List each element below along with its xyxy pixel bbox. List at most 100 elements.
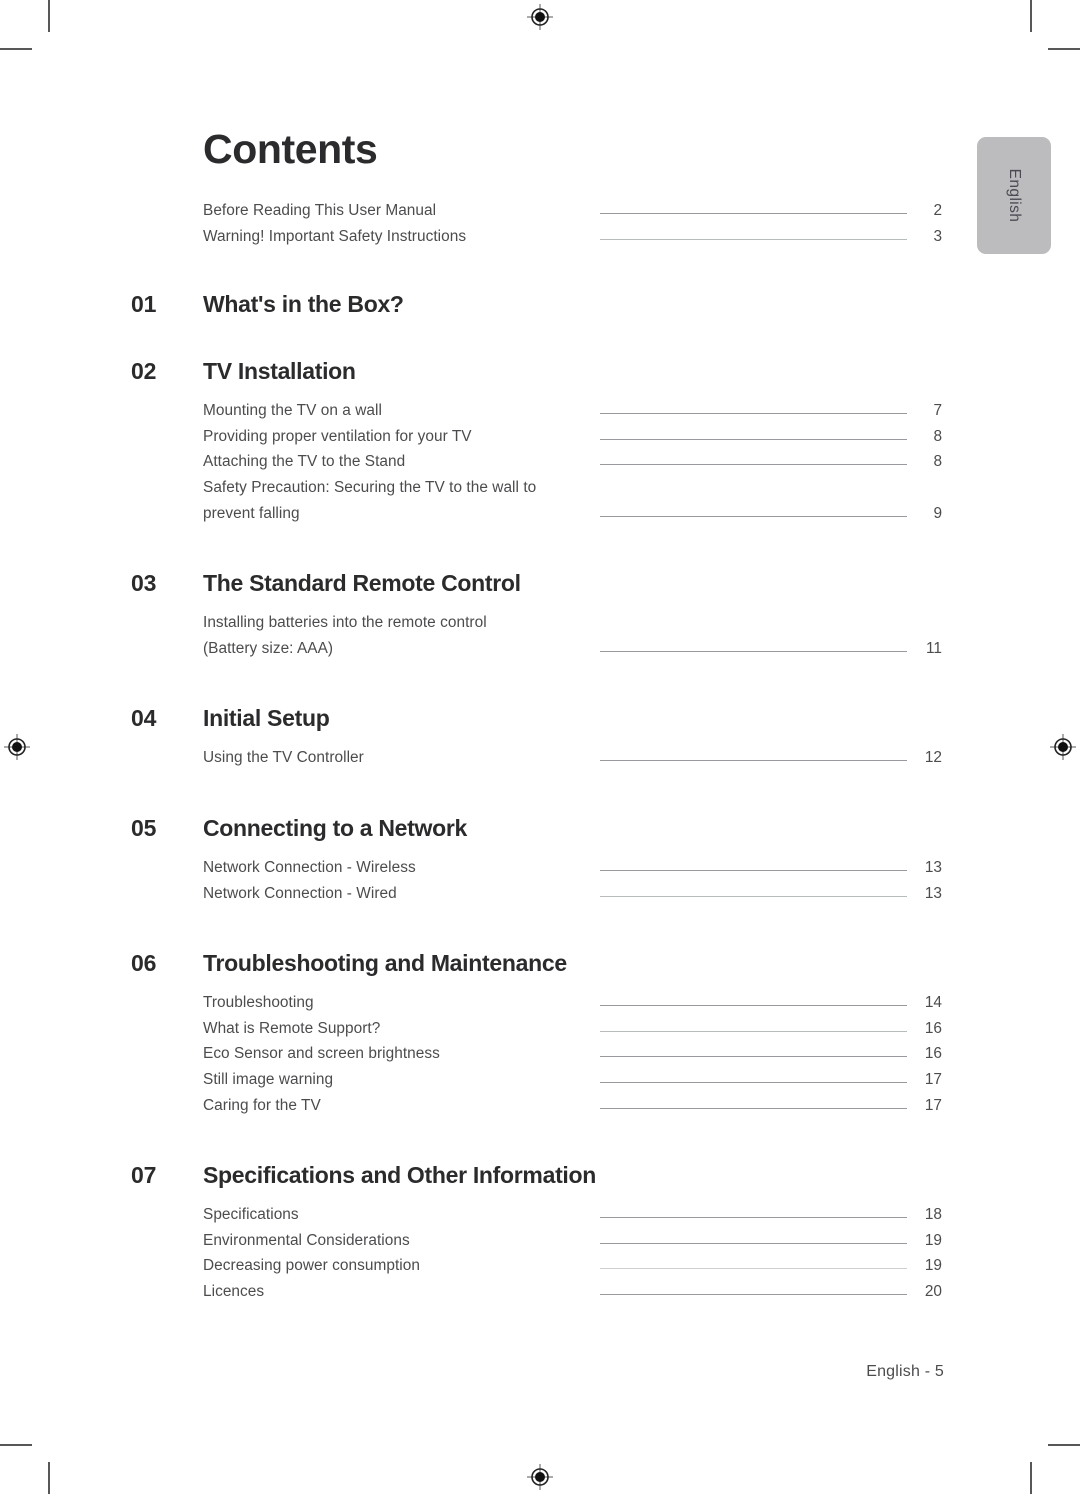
toc-chapter-heading[interactable]: 05 Connecting to a Network (0, 815, 1080, 859)
toc-entry[interactable]: Safety Precaution: Securing the TV to th… (0, 479, 1080, 505)
toc-entry[interactable]: Attaching the TV to the Stand 8 (0, 453, 1080, 479)
toc-entry[interactable]: Licences 20 (0, 1283, 1080, 1309)
toc-leader-line (600, 515, 907, 517)
toc-chapter: 01 What's in the Box? (0, 291, 1080, 335)
toc-chapter-heading[interactable]: 01 What's in the Box? (0, 291, 1080, 335)
toc-page-number: 17 (924, 1070, 942, 1088)
toc-page-number: 3 (933, 227, 942, 245)
toc-page-number: 8 (933, 427, 942, 445)
toc-entry-label: Caring for the TV (203, 1096, 321, 1114)
toc-entry[interactable]: Installing batteries into the remote con… (0, 614, 1080, 640)
toc-entry[interactable]: Before Reading This User Manual 2 (0, 202, 1080, 228)
toc-page-number: 7 (933, 402, 942, 420)
toc-entry-label: Before Reading This User Manual (203, 202, 437, 219)
toc-page-number: 2 (933, 202, 942, 219)
toc-leader-line (600, 1268, 907, 1270)
toc-entry[interactable]: Decreasing power consumption 19 (0, 1257, 1080, 1283)
toc-entry[interactable]: Troubleshooting 14 (0, 994, 1080, 1020)
toc-leader-line (600, 1056, 907, 1058)
toc-leader-line (600, 238, 907, 240)
toc-entry-label: Providing proper ventilation for your TV (203, 427, 472, 445)
toc-leader-line (600, 213, 907, 214)
table-of-contents: Before Reading This User Manual 2 Warning!… (0, 202, 1080, 1308)
toc-entry[interactable]: (Battery size: AAA) 11 (0, 640, 1080, 666)
toc-chapter-title: TV Installation (203, 358, 356, 385)
toc-entry[interactable]: Still image warning 17 (0, 1071, 1080, 1097)
toc-entry-label: Troubleshooting (203, 994, 314, 1012)
toc-leader-line (600, 1217, 907, 1219)
toc-page-number: 17 (924, 1096, 942, 1114)
toc-entry[interactable]: Using the TV Controller 12 (0, 749, 1080, 775)
toc-entry-label: Network Connection - Wired (203, 884, 397, 902)
toc-entry[interactable]: What is Remote Support? 16 (0, 1020, 1080, 1046)
toc-chapter-title: What's in the Box? (203, 291, 404, 318)
toc-entry[interactable]: Specifications 18 (0, 1206, 1080, 1232)
page-footer: English - 5 (866, 1363, 944, 1380)
toc-page-number: 9 (933, 504, 942, 522)
toc-entry-label: Environmental Considerations (203, 1231, 410, 1249)
toc-entry-label: Mounting the TV on a wall (203, 402, 382, 420)
toc-chapter-title: Initial Setup (203, 705, 330, 732)
toc-entry[interactable]: prevent falling 9 (0, 505, 1080, 531)
page-body: Contents Before Reading This User Manual… (0, 0, 1080, 1494)
toc-leader-line (600, 760, 907, 762)
toc-page-number: 14 (924, 994, 942, 1012)
toc-entry[interactable]: Eco Sensor and screen brightness 16 (0, 1045, 1080, 1071)
toc-leader-line (600, 1005, 907, 1007)
toc-entry[interactable]: Environmental Considerations 19 (0, 1232, 1080, 1258)
toc-page-number: 16 (924, 1019, 942, 1037)
toc-chapter-number: 01 (131, 291, 157, 318)
toc-chapter-heading[interactable]: 02 TV Installation (0, 358, 1080, 402)
toc-leader-line (600, 1030, 907, 1032)
toc-chapter-heading[interactable]: 03 The Standard Remote Control (0, 570, 1080, 614)
toc-page-number: 8 (933, 453, 942, 471)
toc-leader-line (600, 869, 907, 871)
toc-leader-line (600, 464, 907, 466)
toc-chapter-heading[interactable]: 06 Troubleshooting and Maintenance (0, 950, 1080, 994)
toc-page-number: 13 (924, 884, 942, 902)
toc-entry-label: Eco Sensor and screen brightness (203, 1045, 440, 1063)
toc-chapter: 06 Troubleshooting and Maintenance Trouble… (0, 950, 1080, 1122)
toc-entry-label: Safety Precaution: Securing the TV to th… (203, 478, 537, 496)
toc-leader-line (600, 1242, 907, 1244)
toc-entry-label: Using the TV Controller (203, 749, 364, 767)
toc-leader-line (600, 895, 907, 897)
toc-leader-line (600, 413, 907, 415)
toc-entry[interactable]: Mounting the TV on a wall 7 (0, 402, 1080, 428)
toc-page-number: 20 (924, 1282, 942, 1300)
toc-page-number: 16 (924, 1045, 942, 1063)
toc-entry-label: Licences (203, 1282, 265, 1300)
toc-page-number: 11 (926, 639, 942, 657)
toc-entry-label: Installing batteries into the remote con… (203, 614, 487, 632)
toc-page-number: 19 (924, 1257, 942, 1275)
toc-leader-line (600, 650, 907, 652)
toc-chapter-number: 07 (131, 1162, 157, 1189)
toc-leader-line (600, 438, 907, 440)
toc-chapter: 02 TV Installation Mounting the TV on a wa… (0, 358, 1080, 530)
page-title: Contents (203, 126, 378, 172)
toc-entry-label: prevent falling (203, 504, 300, 522)
toc-entry[interactable]: Network Connection - Wireless 13 (0, 859, 1080, 885)
toc-page-number: 12 (924, 749, 942, 767)
toc-entry[interactable]: Warning! Important Safety Instructions 3 (0, 228, 1080, 254)
toc-chapter-title: Troubleshooting and Maintenance (203, 950, 567, 977)
toc-entry[interactable]: Network Connection - Wired 13 (0, 885, 1080, 911)
toc-chapter-number: 02 (131, 358, 157, 385)
toc-entry[interactable]: Caring for the TV 17 (0, 1097, 1080, 1123)
toc-page-number: 13 (924, 858, 942, 876)
toc-page-number: 18 (924, 1206, 942, 1224)
toc-leader-line (600, 1293, 907, 1295)
toc-chapter-heading[interactable]: 07 Specifications and Other Information (0, 1162, 1080, 1206)
toc-chapter-heading[interactable]: 04 Initial Setup (0, 705, 1080, 749)
toc-entry-label: Specifications (203, 1206, 299, 1224)
toc-entry[interactable]: Providing proper ventilation for your TV… (0, 428, 1080, 454)
toc-chapter-number: 05 (131, 814, 157, 841)
toc-chapter: 03 The Standard Remote Control Installing … (0, 570, 1080, 665)
